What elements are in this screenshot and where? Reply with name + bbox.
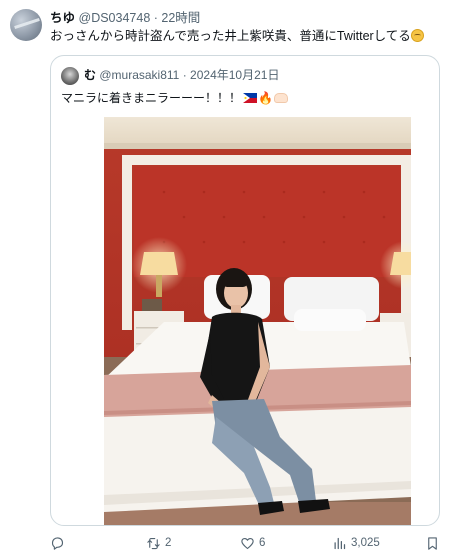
quoted-header-separator: · — [182, 68, 187, 82]
hands-icon — [273, 93, 288, 103]
views-icon — [334, 537, 346, 549]
header-separator: · — [153, 11, 158, 25]
quoted-author-name: む — [84, 68, 97, 82]
quoted-header: む @murasaki811 · 2024年10月21日 — [84, 68, 279, 83]
quoted-text-body: マニラに着きまニラーーー！！！ — [61, 91, 242, 105]
tweet-text-body: おっさんから時計盗んで売った井上紫咲貴、普通にTwitterしてる — [50, 29, 411, 43]
author-handle[interactable]: @DS034748 — [79, 11, 151, 25]
reply-icon — [51, 536, 64, 550]
bookmark-button[interactable] — [425, 532, 444, 554]
author-avatar[interactable] — [10, 9, 42, 41]
post-time[interactable]: 22時間 — [161, 11, 200, 25]
tweet-text: おっさんから時計盗んで売った井上紫咲貴、普通にTwitterしてる — [50, 28, 424, 44]
bookmark-icon — [428, 536, 437, 550]
author-name[interactable]: ちゆ — [50, 11, 75, 25]
tweet-header: ちゆ @DS034748 · 22時間 — [50, 10, 200, 26]
action-bar: 2 6 3,025 — [0, 532, 450, 554]
reply-button[interactable] — [50, 532, 69, 554]
quoted-date: 2024年10月21日 — [190, 68, 280, 82]
retweet-icon — [147, 537, 160, 549]
views-button[interactable]: 3,025 — [332, 532, 380, 554]
quoted-author-handle: @murasaki811 — [99, 68, 180, 82]
views-count: 3,025 — [351, 537, 380, 549]
retweet-button[interactable]: 2 — [146, 532, 171, 554]
quoted-text: マニラに着きまニラーーー！！！ 🔥 — [61, 90, 288, 106]
philippines-flag-icon — [243, 93, 258, 103]
quoted-photo[interactable] — [104, 117, 411, 525]
fire-icon: 🔥 — [258, 91, 273, 105]
like-icon — [241, 537, 254, 549]
like-button[interactable]: 6 — [240, 532, 265, 554]
retweet-count: 2 — [165, 537, 172, 549]
quoted-author-avatar — [61, 67, 79, 85]
pleading-face-icon — [410, 29, 424, 42]
like-count: 6 — [259, 537, 266, 549]
quoted-tweet[interactable]: む @murasaki811 · 2024年10月21日 マニラに着きまニラーー… — [50, 55, 440, 526]
tweet[interactable]: ちゆ @DS034748 · 22時間 おっさんから時計盗んで売った井上紫咲貴、… — [0, 0, 450, 556]
hotel-room-photo — [104, 117, 411, 525]
